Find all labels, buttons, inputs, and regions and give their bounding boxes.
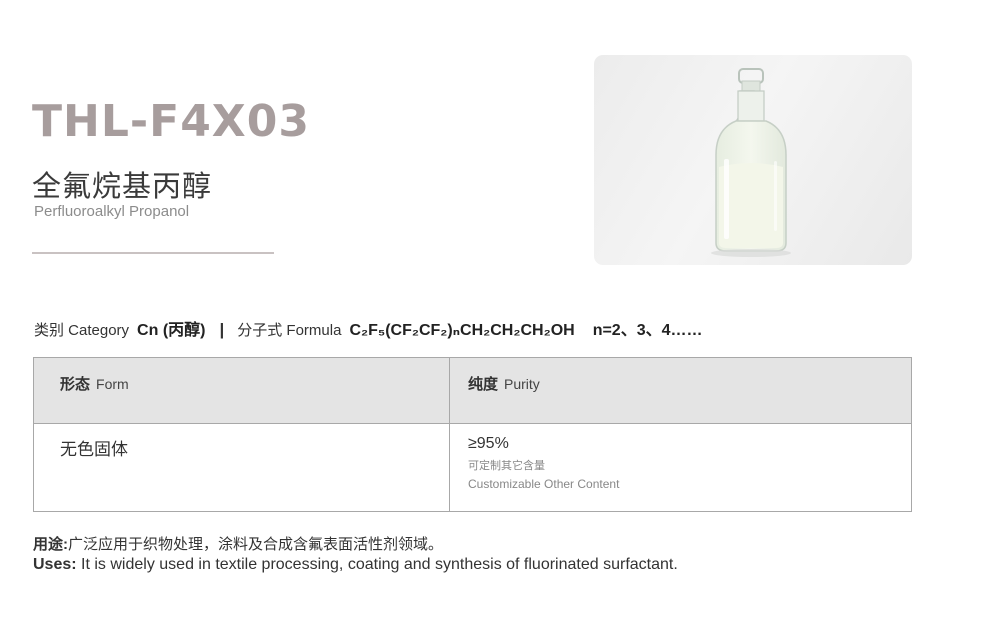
title-divider: [32, 252, 274, 254]
purity-note-en: Customizable Other Content: [468, 477, 620, 491]
purity-value-cell: ≥95% 可定制其它含量 Customizable Other Content: [449, 423, 912, 512]
uses-text-en: It is widely used in textile processing,…: [81, 556, 678, 573]
spec-header-row: 形态 Form 纯度 Purity: [33, 357, 912, 424]
formula-value: C₂F₅(CF₂CF₂)ₙCH₂CH₂CH₂OH: [349, 322, 575, 339]
uses-cn: 用途:广泛应用于织物处理，涂料及合成含氟表面活性剂领域。: [33, 533, 443, 554]
form-header-en: Form: [96, 376, 129, 392]
category-label: 类别 Category: [34, 322, 130, 339]
product-code: THL-F4X03: [32, 96, 310, 147]
purity-header-cn: 纯度: [468, 376, 499, 393]
form-value-cell: 无色固体: [33, 423, 450, 512]
uses-label-cn: 用途:: [33, 536, 68, 553]
purity-note-cn: 可定制其它含量: [468, 460, 545, 472]
formula-label: 分子式 Formula: [237, 322, 342, 339]
form-header-cn: 形态: [60, 376, 91, 393]
purity-header-cell: 纯度 Purity: [449, 357, 912, 424]
n-value: n=2、3、4……: [592, 322, 703, 339]
form-value: 无色固体: [60, 440, 128, 459]
product-photo: [594, 55, 912, 265]
spec-table: 形态 Form 纯度 Purity 无色固体 ≥95% 可定制其它含量 Custom…: [33, 357, 912, 512]
purity-value: ≥95%: [468, 435, 509, 452]
uses-en: Uses: It is widely used in textile proce…: [33, 556, 678, 574]
category-value: Cn (丙醇): [137, 322, 206, 339]
form-header-cell: 形态 Form: [33, 357, 450, 424]
purity-header-en: Purity: [504, 376, 540, 392]
glass-reagent-bottle-icon: [711, 68, 791, 257]
product-name-en: Perfluoroalkyl Propanol: [34, 203, 190, 220]
spec-value-row: 无色固体 ≥95% 可定制其它含量 Customizable Other Con…: [33, 423, 912, 512]
info-separator: |: [219, 320, 225, 339]
uses-text-cn: 广泛应用于织物处理，涂料及合成含氟表面活性剂领域。: [68, 536, 444, 553]
category-formula-line: 类别 Category Cn (丙醇) | 分子式 Formula C₂F₅(CF₂CF…: [34, 316, 703, 340]
uses-label-en: Uses:: [33, 556, 77, 573]
product-name-cn: 全氟烷基丙醇: [32, 171, 213, 203]
